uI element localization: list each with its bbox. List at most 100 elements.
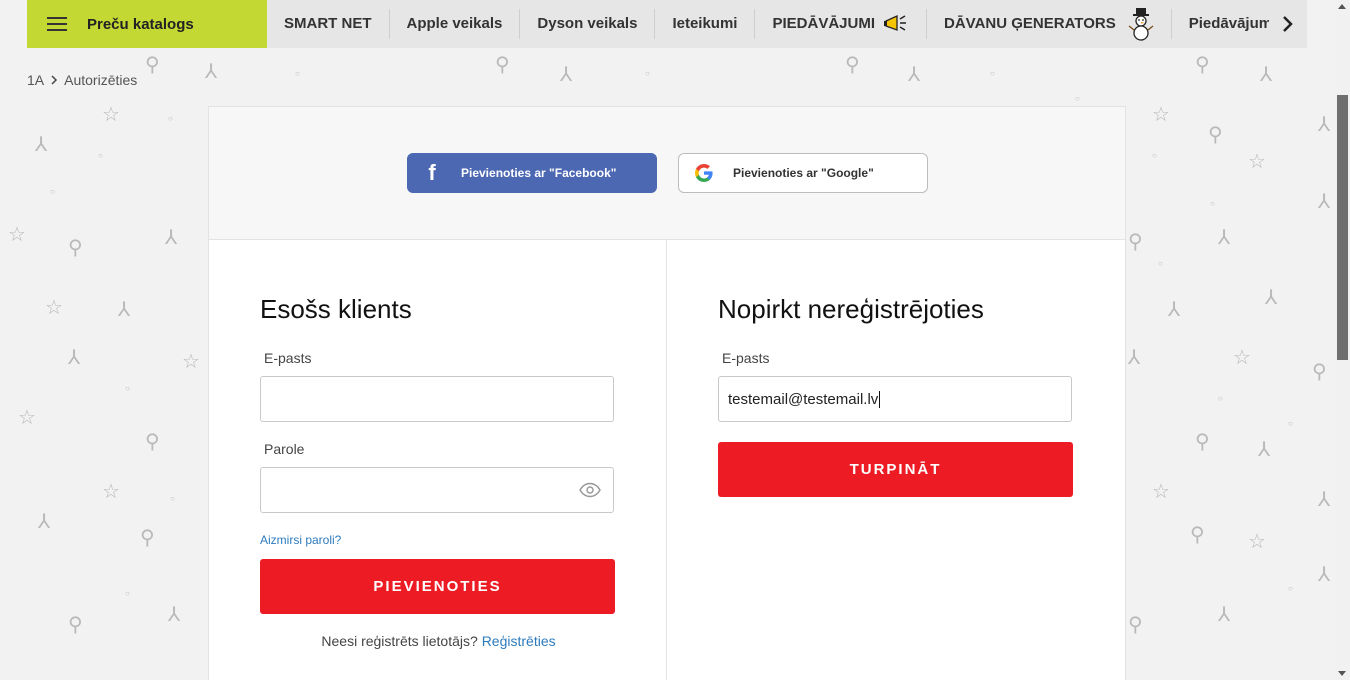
candy-cane-icon: ⚲: [1195, 431, 1210, 453]
page-scrollbar[interactable]: [1335, 0, 1350, 680]
google-login-button[interactable]: Pievienoties ar "Google": [678, 153, 928, 193]
tree-icon: ⅄: [1168, 299, 1181, 321]
tree-icon: ⅄: [68, 347, 81, 369]
megaphone-icon: [884, 14, 907, 31]
nav-item-apple[interactable]: Apple veikals: [390, 9, 521, 39]
star-icon: ☆: [1248, 151, 1266, 173]
chevron-right-icon: [1283, 16, 1293, 32]
facebook-icon: f: [428, 160, 436, 185]
candy-cane-icon: ⚲: [495, 54, 510, 76]
tree-icon: ⅄: [1318, 564, 1331, 586]
chevron-right-icon: [51, 75, 58, 85]
scroll-up-arrow-icon[interactable]: [1338, 4, 1346, 9]
dot-decoration: ○: [295, 69, 300, 78]
login-password-input[interactable]: [260, 467, 614, 513]
register-link[interactable]: Reģistrēties: [482, 633, 556, 649]
tree-icon: ⅄: [1318, 114, 1331, 136]
scroll-down-arrow-icon[interactable]: [1338, 671, 1346, 676]
scrollbar-thumb[interactable]: [1337, 95, 1348, 360]
nav-item-dyson[interactable]: Dyson veikals: [520, 9, 656, 39]
register-prompt-text: Neesi reģistrēts lietotājs?: [321, 633, 478, 649]
dot-decoration: ○: [50, 187, 55, 196]
guest-email-input[interactable]: testemail@testemail.lv: [718, 376, 1072, 422]
nav-item-label: SMART NET: [284, 15, 372, 32]
login-submit-button[interactable]: PIEVIENOTIES: [260, 559, 615, 614]
tree-icon: ⅄: [205, 61, 218, 83]
tree-icon: ⅄: [1265, 287, 1278, 309]
dot-decoration: ○: [170, 494, 175, 503]
register-prompt: Neesi reģistrēts lietotājs? Reģistrēties: [209, 633, 668, 649]
dot-decoration: ○: [1152, 151, 1157, 160]
nav-item-label: Apple veikals: [406, 15, 503, 32]
star-icon: ☆: [18, 407, 36, 429]
dot-decoration: ○: [1075, 94, 1080, 103]
login-title: Esošs klients: [260, 294, 412, 324]
candy-cane-icon: ⚲: [140, 527, 155, 549]
tree-icon: ⅄: [1260, 64, 1273, 86]
nav-item-label: Dyson veikals: [537, 15, 638, 32]
star-icon: ☆: [1152, 104, 1170, 126]
facebook-login-label: Pievienoties ar "Facebook": [461, 166, 617, 180]
show-password-icon[interactable]: [579, 482, 601, 498]
nav-next-button[interactable]: [1269, 0, 1307, 48]
hamburger-icon: [47, 17, 67, 31]
top-navigation: Preču katalogs SMART NET Apple veikals D…: [27, 0, 1307, 48]
tree-icon: ⅄: [35, 134, 48, 156]
tree-icon: ⅄: [38, 511, 51, 533]
candy-cane-icon: ⚲: [1195, 54, 1210, 76]
tree-icon: ⅄: [1258, 439, 1271, 461]
nav-item-ieteikumi[interactable]: Ieteikumi: [655, 9, 756, 39]
login-password-label: Parole: [264, 441, 305, 457]
tree-icon: ⅄: [560, 64, 573, 86]
tree-icon: ⅄: [165, 227, 178, 249]
text-cursor: [879, 390, 881, 408]
facebook-login-button[interactable]: f Pievienoties ar "Facebook": [407, 153, 657, 193]
breadcrumb-current: Autorizēties: [64, 72, 138, 88]
auth-columns: Esošs klients E-pasts Parole Aizmirsi pa…: [209, 240, 1125, 680]
tree-icon: ⅄: [1218, 227, 1231, 249]
breadcrumb-home[interactable]: 1A: [27, 72, 44, 88]
guest-email-label: E-pasts: [722, 350, 770, 366]
login-email-input[interactable]: [260, 376, 614, 422]
guest-email-value: testemail@testemail.lv: [728, 390, 879, 408]
star-icon: ☆: [102, 104, 120, 126]
guest-checkout-section: Nopirkt nereģistrējoties E-pasts testema…: [667, 240, 1125, 680]
login-section: Esošs klients E-pasts Parole Aizmirsi pa…: [209, 240, 667, 680]
dot-decoration: ○: [1288, 584, 1293, 593]
star-icon: ☆: [1233, 347, 1251, 369]
auth-card: f Pievienoties ar "Facebook" Pievienotie…: [208, 106, 1126, 680]
dot-decoration: ○: [1218, 394, 1223, 403]
login-email-label: E-pasts: [264, 350, 312, 366]
guest-title: Nopirkt nereģistrējoties: [718, 294, 984, 324]
google-login-label: Pievienoties ar "Google": [733, 166, 874, 180]
nav-item-smart-net[interactable]: SMART NET: [267, 9, 390, 39]
tree-icon: ⅄: [168, 604, 181, 626]
star-icon: ☆: [45, 297, 63, 319]
dot-decoration: ○: [125, 589, 130, 598]
google-icon: [679, 163, 729, 183]
star-icon: ☆: [182, 351, 200, 373]
nav-item-davanu-generators[interactable]: DĀVANU ĢENERATORS: [927, 8, 1172, 41]
dot-decoration: ○: [125, 384, 130, 393]
dot-decoration: ○: [990, 69, 995, 78]
social-login-area: f Pievienoties ar "Facebook" Pievienotie…: [209, 107, 1125, 240]
tree-icon: ⅄: [908, 64, 921, 86]
tree-icon: ⅄: [1218, 604, 1231, 626]
candy-cane-icon: ⚲: [1128, 614, 1143, 636]
catalog-menu-button[interactable]: Preču katalogs: [27, 0, 267, 48]
tree-icon: ⅄: [1318, 191, 1331, 213]
star-icon: ☆: [1152, 481, 1170, 503]
dot-decoration: ○: [1210, 199, 1215, 208]
nav-item-label: Piedāvājums bi: [1188, 15, 1269, 32]
continue-button[interactable]: TURPINĀT: [718, 442, 1073, 497]
nav-item-piedavajums-bi[interactable]: Piedāvājums bi: [1172, 9, 1269, 39]
forgot-password-link[interactable]: Aizmirsi paroli?: [260, 533, 341, 547]
candy-cane-icon: ⚲: [1190, 524, 1205, 546]
dot-decoration: ○: [98, 151, 103, 160]
nav-item-label: DĀVANU ĢENERATORS: [944, 15, 1116, 32]
nav-item-label: PIEDĀVĀJUMI: [772, 15, 876, 32]
star-icon: ☆: [8, 224, 26, 246]
candy-cane-icon: ⚲: [145, 431, 160, 453]
candy-cane-icon: ⚲: [1128, 231, 1143, 253]
nav-item-piedavajumi[interactable]: PIEDĀVĀJUMI: [755, 9, 928, 39]
